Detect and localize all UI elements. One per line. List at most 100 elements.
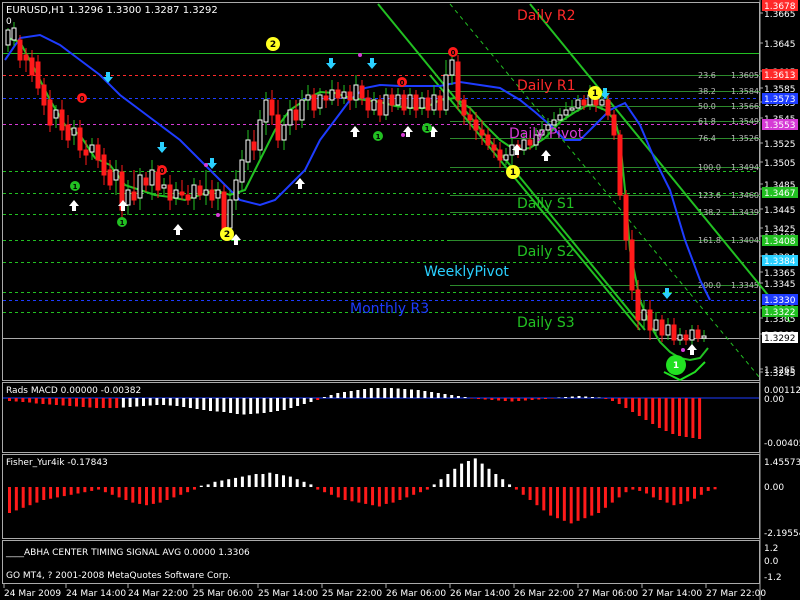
fisher-bar bbox=[42, 487, 46, 500]
macd-bar bbox=[671, 398, 675, 434]
candle-body bbox=[491, 144, 497, 151]
candle-body bbox=[293, 109, 299, 121]
candle-body bbox=[233, 179, 239, 201]
macd-bar bbox=[34, 398, 38, 404]
candle-body bbox=[413, 94, 419, 111]
fisher-bar bbox=[412, 487, 416, 495]
price-highlight-boxes: 1.3678 1.3613 1.3573 1.3553 1.3467 1.3408 1.33… bbox=[762, 0, 798, 344]
macd-bar bbox=[168, 398, 172, 406]
fib-price: 1.3404 bbox=[731, 236, 759, 245]
candle-body bbox=[71, 127, 77, 136]
price-axis-label: 1.3645 bbox=[764, 40, 796, 50]
candle-body bbox=[401, 94, 407, 111]
daily-s3-label: Daily S3 bbox=[517, 315, 575, 331]
candle-body bbox=[323, 95, 329, 101]
macd-bar bbox=[142, 398, 145, 406]
macd-bar bbox=[597, 397, 601, 398]
macd-bar bbox=[477, 398, 480, 399]
time-axis-label: 27 Mar 14:00 bbox=[642, 589, 702, 599]
fisher-header: Fisher_Yur4ik -0.17843 bbox=[6, 458, 108, 468]
candle-body bbox=[455, 61, 461, 101]
fib-price: 1.3549 bbox=[731, 117, 759, 126]
macd-bar bbox=[416, 390, 420, 398]
macd-bar bbox=[188, 398, 192, 408]
price-axis-label: 1.3525 bbox=[764, 140, 796, 150]
candle-body bbox=[407, 94, 413, 109]
time-axis-label: 24 Mar 2009 bbox=[4, 589, 61, 599]
macd-bar bbox=[604, 398, 608, 399]
macd-bar bbox=[162, 398, 166, 405]
macd-bar bbox=[229, 398, 233, 413]
candle-body bbox=[641, 309, 647, 321]
candlestick-series bbox=[5, 22, 707, 345]
fisher-bar bbox=[658, 487, 662, 500]
fisher-bar bbox=[405, 487, 409, 498]
candle-body bbox=[113, 169, 119, 181]
fisher-bar bbox=[179, 487, 183, 495]
time-axis-label: 27 Mar 06:00 bbox=[578, 589, 638, 599]
fisher-bar bbox=[124, 487, 128, 500]
fisher-bar bbox=[268, 472, 272, 487]
candle-body bbox=[23, 54, 29, 61]
time-axis-label: 25 Mar 14:00 bbox=[258, 589, 318, 599]
fisher-bar bbox=[165, 487, 169, 500]
small-dot-icon bbox=[358, 53, 362, 57]
candle-body bbox=[41, 84, 47, 106]
signal-circle-number: 1 bbox=[73, 183, 78, 191]
macd-bar bbox=[436, 393, 440, 398]
candle-body bbox=[611, 114, 617, 136]
small-dot-icon bbox=[401, 133, 405, 137]
candle-body bbox=[437, 95, 443, 111]
fisher-bar bbox=[624, 487, 628, 493]
candle-body bbox=[563, 109, 569, 116]
price-box-label: 1.3408 bbox=[764, 237, 796, 247]
fibonacci-labels: 23.6 1.3605 38.2 1.3584 50.0 1.3566 61.8 1.3549… bbox=[698, 71, 759, 290]
fisher-bar bbox=[97, 487, 101, 490]
candle-body bbox=[635, 289, 641, 321]
candle-body bbox=[371, 99, 377, 111]
macd-bar bbox=[410, 389, 413, 398]
candle-body bbox=[665, 324, 671, 336]
macd-bar bbox=[8, 398, 11, 401]
macd-bar bbox=[175, 398, 179, 406]
signal-circle-number: 0 bbox=[80, 95, 85, 103]
fisher-bar bbox=[62, 487, 66, 497]
candle-body bbox=[353, 84, 359, 101]
macd-bar bbox=[523, 398, 527, 401]
fisher-bar bbox=[425, 487, 429, 490]
signal-circle-number: 1 bbox=[510, 168, 516, 178]
fisher-bar bbox=[343, 487, 347, 500]
fisher-bar bbox=[419, 487, 422, 493]
fisher-bar bbox=[466, 461, 470, 487]
fib-percent: 50.0 bbox=[698, 102, 716, 111]
macd-bar bbox=[54, 398, 58, 405]
fisher-bar bbox=[610, 487, 614, 503]
macd-bar bbox=[356, 390, 360, 398]
macd-bar bbox=[443, 394, 447, 398]
macd-bar bbox=[678, 398, 681, 436]
fisher-bar bbox=[699, 487, 703, 495]
time-axis-label: 25 Mar 22:00 bbox=[322, 589, 382, 599]
fisher-bar bbox=[583, 487, 587, 519]
chart-canvas[interactable]: 23.6 1.3605 38.2 1.3584 50.0 1.3566 61.8 1.3549… bbox=[0, 0, 800, 600]
candle-body bbox=[59, 109, 65, 131]
macd-bar bbox=[383, 388, 387, 398]
fisher-bar bbox=[14, 487, 18, 511]
fisher-bar bbox=[679, 487, 683, 504]
macd-bar bbox=[651, 398, 655, 424]
macd-scale-bottom: -0.00405 bbox=[764, 439, 800, 449]
candle-body bbox=[689, 329, 695, 341]
candle-body bbox=[203, 189, 209, 196]
candle-body bbox=[221, 191, 227, 231]
price-axis-label: 1.3445 bbox=[764, 206, 796, 216]
fisher-bar bbox=[391, 487, 395, 503]
fib-price: 1.3605 bbox=[731, 71, 759, 80]
fisher-bar bbox=[665, 487, 669, 503]
fisher-bar bbox=[83, 487, 87, 493]
fisher-bar bbox=[562, 487, 566, 521]
fisher-bar bbox=[508, 484, 512, 487]
time-axis-label: 27 Mar 22:00 bbox=[706, 589, 766, 599]
fisher-bar bbox=[145, 487, 148, 506]
candle-body bbox=[617, 134, 623, 196]
candle-body bbox=[149, 169, 155, 186]
